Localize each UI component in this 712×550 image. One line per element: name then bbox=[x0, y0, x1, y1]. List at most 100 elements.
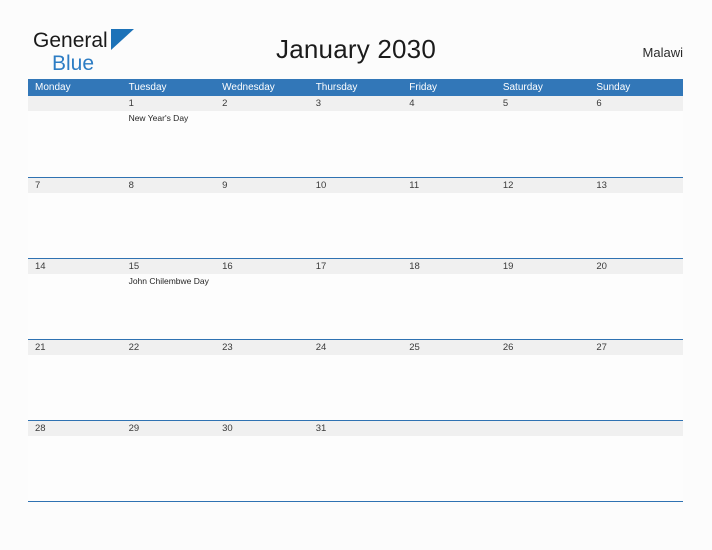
weekday-header-sunday: Sunday bbox=[596, 82, 631, 93]
calendar-day-cell[interactable]: 9 bbox=[215, 178, 309, 258]
day-number-band: 2 bbox=[215, 96, 309, 111]
calendar-day-cell-empty bbox=[402, 421, 496, 501]
calendar-day-cell[interactable]: 19 bbox=[495, 259, 590, 339]
day-events bbox=[309, 355, 403, 357]
day-events bbox=[215, 436, 309, 438]
day-number-band bbox=[589, 421, 683, 436]
calendar-day-cell[interactable]: 20 bbox=[589, 259, 683, 339]
page-header: General Blue January 2030 Malawi bbox=[0, 0, 712, 78]
calendar-day-cell-empty bbox=[28, 96, 122, 176]
holiday-event: New Year's Day bbox=[128, 113, 189, 123]
day-events bbox=[215, 193, 309, 195]
calendar-day-cell[interactable]: 5 bbox=[495, 96, 590, 176]
calendar-day-cell[interactable]: 17 bbox=[308, 259, 403, 339]
calendar-day-cell[interactable]: 18 bbox=[402, 259, 496, 339]
calendar-week-row: 7 8 9 10 11 12 13 bbox=[28, 177, 683, 258]
calendar-day-cell[interactable]: 6 bbox=[589, 96, 683, 176]
day-number: 14 bbox=[35, 261, 46, 272]
day-events bbox=[28, 355, 122, 357]
day-number: 6 bbox=[596, 98, 602, 109]
calendar-day-cell-empty bbox=[589, 421, 683, 501]
day-number-band: 30 bbox=[215, 421, 309, 436]
calendar-day-cell[interactable]: 31 bbox=[308, 421, 403, 501]
day-events bbox=[496, 274, 590, 276]
day-events bbox=[28, 193, 122, 195]
day-events bbox=[309, 193, 403, 195]
day-number: 20 bbox=[596, 261, 607, 272]
day-events bbox=[402, 193, 496, 195]
day-number-band: 26 bbox=[495, 340, 590, 355]
day-number: 22 bbox=[128, 342, 140, 353]
day-number-band: 31 bbox=[308, 421, 403, 436]
calendar-day-cell[interactable]: 24 bbox=[308, 340, 403, 420]
day-events bbox=[589, 193, 683, 195]
day-number-band: 19 bbox=[495, 259, 590, 274]
calendar-day-cell[interactable]: 15 John Chilembwe Day bbox=[121, 259, 216, 339]
calendar-day-cell[interactable]: 22 bbox=[121, 340, 216, 420]
day-number: 11 bbox=[409, 180, 420, 191]
calendar-day-cell[interactable]: 2 bbox=[215, 96, 309, 176]
day-number-band: 13 bbox=[589, 178, 683, 193]
day-events bbox=[215, 274, 309, 276]
day-number: 24 bbox=[315, 342, 327, 353]
day-number: 23 bbox=[222, 342, 233, 353]
calendar-day-cell[interactable]: 4 bbox=[402, 96, 496, 176]
weekday-header-friday: Friday bbox=[409, 82, 438, 93]
day-number-band: 11 bbox=[402, 178, 496, 193]
weekday-header-row: Monday Tuesday Wednesday Thursday Friday… bbox=[28, 79, 683, 96]
calendar-week-row: 1 New Year's Day 2 3 4 5 6 bbox=[28, 96, 683, 177]
calendar-week-row: 21 22 23 24 25 26 27 bbox=[28, 339, 683, 420]
day-events bbox=[122, 436, 216, 438]
day-events bbox=[589, 436, 683, 438]
calendar-week-row: 28 29 30 31 bbox=[28, 420, 683, 501]
day-number-band: 16 bbox=[215, 259, 309, 274]
day-events bbox=[589, 355, 683, 357]
calendar-day-cell[interactable]: 14 bbox=[28, 259, 122, 339]
calendar-day-cell[interactable]: 21 bbox=[28, 340, 122, 420]
day-number-band: 7 bbox=[28, 178, 122, 193]
day-events bbox=[28, 436, 122, 438]
day-number: 25 bbox=[409, 342, 420, 353]
calendar-day-cell[interactable]: 8 bbox=[121, 178, 216, 258]
day-number-band: 4 bbox=[402, 96, 496, 111]
calendar-day-cell[interactable]: 7 bbox=[28, 178, 122, 258]
calendar-day-cell[interactable]: 25 bbox=[402, 340, 496, 420]
calendar-day-cell[interactable]: 1 New Year's Day bbox=[121, 96, 216, 176]
day-number: 27 bbox=[596, 342, 607, 353]
day-number-band: 8 bbox=[121, 178, 216, 193]
calendar-day-cell[interactable]: 30 bbox=[215, 421, 309, 501]
day-events bbox=[402, 355, 496, 357]
day-number: 18 bbox=[409, 261, 420, 272]
calendar-day-cell[interactable]: 23 bbox=[215, 340, 309, 420]
day-number-band: 5 bbox=[495, 96, 590, 111]
calendar-day-cell[interactable]: 10 bbox=[308, 178, 403, 258]
calendar-day-cell[interactable]: 28 bbox=[28, 421, 122, 501]
calendar-day-cell[interactable]: 12 bbox=[495, 178, 590, 258]
day-number: 8 bbox=[128, 180, 134, 191]
day-number-band: 24 bbox=[308, 340, 403, 355]
day-number: 9 bbox=[222, 180, 228, 191]
calendar-day-cell[interactable]: 16 bbox=[215, 259, 309, 339]
day-number: 12 bbox=[502, 180, 514, 191]
day-number: 5 bbox=[502, 98, 509, 109]
day-events bbox=[28, 111, 122, 113]
calendar-day-cell[interactable]: 13 bbox=[589, 178, 683, 258]
day-events bbox=[309, 111, 403, 113]
day-events: John Chilembwe Day bbox=[122, 274, 216, 288]
calendar-day-cell[interactable]: 11 bbox=[402, 178, 496, 258]
calendar-day-cell[interactable]: 3 bbox=[308, 96, 403, 176]
calendar-day-cell[interactable]: 27 bbox=[589, 340, 683, 420]
day-number: 26 bbox=[502, 342, 514, 353]
calendar-weeks: 1 New Year's Day 2 3 4 5 6 7 8 9 10 11 12 13 14 15 John … bbox=[28, 96, 683, 501]
calendar-day-cell-empty bbox=[495, 421, 590, 501]
day-number-band: 6 bbox=[589, 96, 683, 111]
day-events bbox=[402, 274, 496, 276]
day-number: 19 bbox=[502, 261, 514, 272]
day-number: 13 bbox=[596, 180, 607, 191]
day-events bbox=[215, 111, 309, 113]
calendar-day-cell[interactable]: 29 bbox=[121, 421, 216, 501]
calendar-day-cell[interactable]: 26 bbox=[495, 340, 590, 420]
day-number-band: 23 bbox=[215, 340, 309, 355]
day-events bbox=[402, 111, 496, 113]
day-events bbox=[122, 355, 216, 357]
